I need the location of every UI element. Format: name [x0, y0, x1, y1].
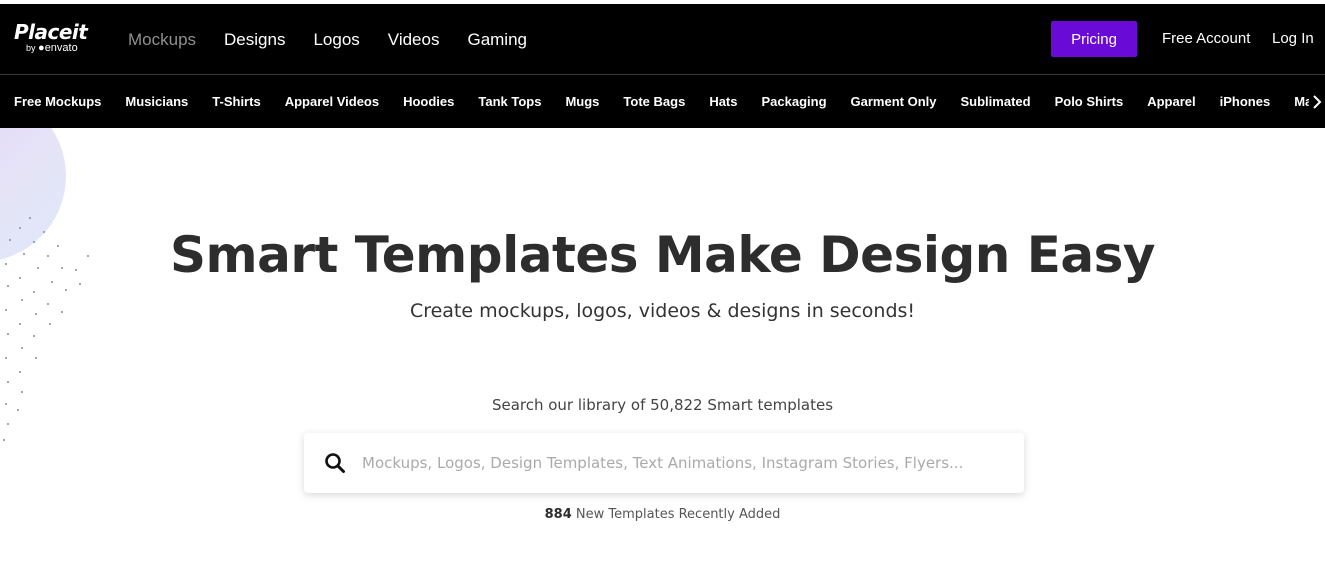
- category-hats[interactable]: Hats: [709, 94, 737, 109]
- category-free-mockups[interactable]: Free Mockups: [14, 94, 101, 109]
- new-templates-label: New Templates Recently Added: [575, 507, 781, 522]
- category-iphones[interactable]: iPhones: [1220, 94, 1271, 109]
- category-list: Free Mockups Musicians T-Shirts Apparel …: [14, 75, 1325, 128]
- chevron-right-icon: [1313, 94, 1322, 109]
- nav-logos[interactable]: Logos: [313, 30, 359, 50]
- category-bar: Free Mockups Musicians T-Shirts Apparel …: [0, 75, 1325, 128]
- nav-designs[interactable]: Designs: [224, 30, 285, 50]
- placeit-logo[interactable]: Placeit by ●envato: [14, 20, 88, 54]
- search-icon[interactable]: [324, 452, 346, 474]
- category-tote-bags[interactable]: Tote Bags: [623, 94, 685, 109]
- category-apparel-videos[interactable]: Apparel Videos: [285, 94, 379, 109]
- pricing-button[interactable]: Pricing: [1051, 21, 1137, 57]
- new-templates-count: 884 New Templates Recently Added: [0, 507, 1325, 522]
- logo-byline: by ●envato: [26, 42, 87, 54]
- category-garment-only[interactable]: Garment Only: [851, 94, 937, 109]
- nav-videos[interactable]: Videos: [388, 30, 440, 50]
- category-tank-tops[interactable]: Tank Tops: [478, 94, 541, 109]
- search-caption: Search our library of 50,822 Smart templ…: [491, 396, 834, 414]
- site-header: Placeit by ●envato Mockups Designs Logos…: [0, 4, 1325, 75]
- hero-subtitle: Create mockups, logos, videos & designs …: [409, 300, 916, 322]
- category-next-button[interactable]: [1309, 75, 1325, 128]
- nav-gaming[interactable]: Gaming: [467, 30, 527, 50]
- category-t-shirts[interactable]: T-Shirts: [212, 94, 260, 109]
- category-musicians[interactable]: Musicians: [125, 94, 188, 109]
- logo-brand-text: envato: [44, 42, 78, 54]
- category-mugs[interactable]: Mugs: [565, 94, 599, 109]
- category-apparel[interactable]: Apparel: [1147, 94, 1195, 109]
- new-templates-number: 884: [544, 507, 572, 522]
- category-polo-shirts[interactable]: Polo Shirts: [1055, 94, 1124, 109]
- category-hoodies[interactable]: Hoodies: [403, 94, 454, 109]
- logo-by: by: [26, 43, 36, 53]
- logo-wordmark: Placeit: [14, 20, 88, 44]
- search-box: [304, 433, 1024, 493]
- login-link[interactable]: Log In: [1272, 30, 1314, 47]
- nav-mockups[interactable]: Mockups: [128, 30, 196, 50]
- category-sublimated[interactable]: Sublimated: [961, 94, 1031, 109]
- logo-brand: ●envato: [38, 42, 78, 54]
- main-nav: Mockups Designs Logos Videos Gaming: [128, 4, 555, 75]
- hero-title: Smart Templates Make Design Easy: [169, 226, 1156, 284]
- page: Placeit by ●envato Mockups Designs Logos…: [0, 0, 1325, 579]
- free-account-link[interactable]: Free Account: [1162, 30, 1250, 47]
- category-packaging[interactable]: Packaging: [762, 94, 827, 109]
- search-input[interactable]: [362, 443, 1004, 483]
